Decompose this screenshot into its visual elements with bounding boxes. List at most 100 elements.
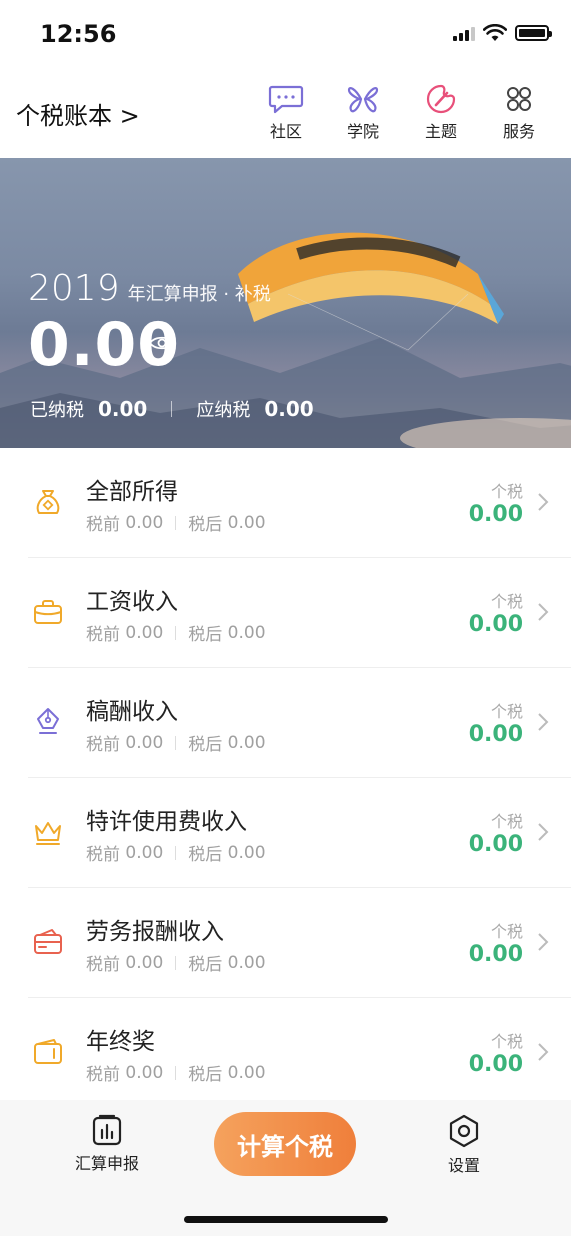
status-icons [453,24,552,42]
nav-community[interactable]: 社区 [256,84,316,142]
summary-banner: 2019 年汇算申报 · 补税 0.00 已纳税 0.00 应纳税 0.00 [0,158,571,448]
pre-tax-value: 0.00 [125,622,164,643]
wifi-icon [483,24,507,41]
income-item-royalty-manuscript[interactable]: 稿酬收入 税前 0.00 税后 0.00 个税 0.00 [28,668,571,778]
nav-label: 社区 [269,122,302,141]
settings-hexagon-icon [449,1114,479,1148]
income-title: 劳务报酬收入 [86,919,224,945]
briefcase-icon [34,600,62,624]
banner-year-row: 2019 年汇算申报 · 补税 [28,268,271,309]
nav-label: 服务 [502,122,535,141]
pre-tax-label: 税前 [86,955,120,975]
eye-icon[interactable] [148,334,176,352]
tax-value: 0.00 [468,1052,523,1077]
post-tax-value: 0.00 [227,1062,266,1083]
income-subtitle: 税前 0.00 税后 0.00 [86,510,266,536]
due-tax-label: 应纳税 [196,400,251,421]
chevron-right-icon [538,493,549,511]
command-icon [507,87,531,111]
butterfly-icon [347,87,379,113]
tax-value: 0.00 [468,502,523,527]
income-title: 稿酬收入 [86,699,178,725]
divider [175,955,177,970]
income-subtitle: 税前 0.00 税后 0.00 [86,1060,266,1086]
tax-value: 0.00 [468,832,523,857]
income-item-franchise[interactable]: 特许使用费收入 税前 0.00 税后 0.00 个税 0.00 [28,778,571,888]
pen-nib-icon [37,708,59,734]
post-tax-label: 税后 [188,845,223,865]
tax-label: 个税 [490,592,523,611]
pre-tax-value: 0.00 [125,952,164,973]
tax-value: 0.00 [468,612,523,637]
palette-icon [426,84,456,114]
post-tax-label: 税后 [188,1065,223,1085]
post-tax-label: 税后 [188,515,223,535]
tab-label: 汇算申报 [74,1154,139,1173]
post-tax-label: 税后 [188,625,223,645]
chevron-right-icon [538,603,549,621]
income-subtitle: 税前 0.00 税后 0.00 [86,620,266,646]
income-title: 年终奖 [86,1029,155,1055]
banner-year: 2019 [28,268,120,309]
home-indicator[interactable] [184,1216,388,1223]
income-subtitle: 税前 0.00 税后 0.00 [86,730,266,756]
income-list: 全部所得 税前 0.00 税后 0.00 个税 0.00 工资收入 税前 0.0… [0,448,571,1107]
tax-ledger-title[interactable]: 个税账本 > [16,96,140,131]
nav-theme[interactable]: 主题 [411,84,471,142]
income-title: 工资收入 [86,589,178,615]
pre-tax-label: 税前 [86,515,120,535]
post-tax-value: 0.00 [227,952,266,973]
income-title: 特许使用费收入 [86,809,247,835]
income-item-year-end-bonus[interactable]: 年终奖 税前 0.00 税后 0.00 个税 0.00 [28,998,571,1107]
status-time: 12:56 [40,20,117,48]
chevron-right-icon [538,933,549,951]
tax-label: 个税 [490,922,523,941]
chat-bubble-icon [268,85,304,114]
nav-academy[interactable]: 学院 [333,84,393,142]
tax-label: 个税 [490,702,523,721]
income-item-all[interactable]: 全部所得 税前 0.00 税后 0.00 个税 0.00 [28,448,571,558]
chevron-right-icon [538,1043,549,1061]
post-tax-label: 税后 [188,735,223,755]
tab-label: 设置 [447,1156,480,1175]
tax-value: 0.00 [468,942,523,967]
post-tax-value: 0.00 [227,512,266,533]
post-tax-value: 0.00 [227,732,266,753]
crown-icon [35,822,61,845]
nav-services[interactable]: 服务 [489,84,549,142]
money-bag-icon [36,490,60,514]
paid-tax-label: 已纳税 [30,400,84,421]
tax-value: 0.00 [468,722,523,747]
header: 个税账本 > 社区 学院 主题 服务 [0,80,571,158]
pre-tax-value: 0.00 [125,842,164,863]
banner-stats: 已纳税 0.00 应纳税 0.00 [30,396,314,422]
tax-label: 个税 [490,1032,523,1051]
income-subtitle: 税前 0.00 税后 0.00 [86,840,266,866]
tab-annual-filing[interactable]: 汇算申报 [62,1114,152,1174]
signal-icon [453,25,475,41]
due-tax-value: 0.00 [264,397,314,421]
post-tax-value: 0.00 [227,622,266,643]
pre-tax-label: 税前 [86,625,120,645]
post-tax-label: 税后 [188,955,223,975]
divider [175,1065,177,1080]
divider [175,845,177,860]
pre-tax-value: 0.00 [125,1062,164,1083]
battery-icon [515,25,552,41]
banner-year-suffix: 年汇算申报 · 补税 [127,284,271,305]
income-item-salary[interactable]: 工资收入 税前 0.00 税后 0.00 个税 0.00 [28,558,571,668]
divider [175,515,177,530]
post-tax-value: 0.00 [227,842,266,863]
tax-label: 个税 [490,812,523,831]
income-item-labor[interactable]: 劳务报酬收入 税前 0.00 税后 0.00 个税 0.00 [28,888,571,998]
tab-settings[interactable]: 设置 [419,1114,509,1176]
calculate-tax-button[interactable]: 计算个税 [214,1112,356,1176]
chevron-right-icon [538,713,549,731]
nav-label: 主题 [424,122,457,141]
income-subtitle: 税前 0.00 税后 0.00 [86,950,266,976]
pre-tax-value: 0.00 [125,512,164,533]
wallet-card-icon [34,929,62,954]
pre-tax-label: 税前 [86,1065,120,1085]
divider [175,735,177,750]
pre-tax-label: 税前 [86,735,120,755]
